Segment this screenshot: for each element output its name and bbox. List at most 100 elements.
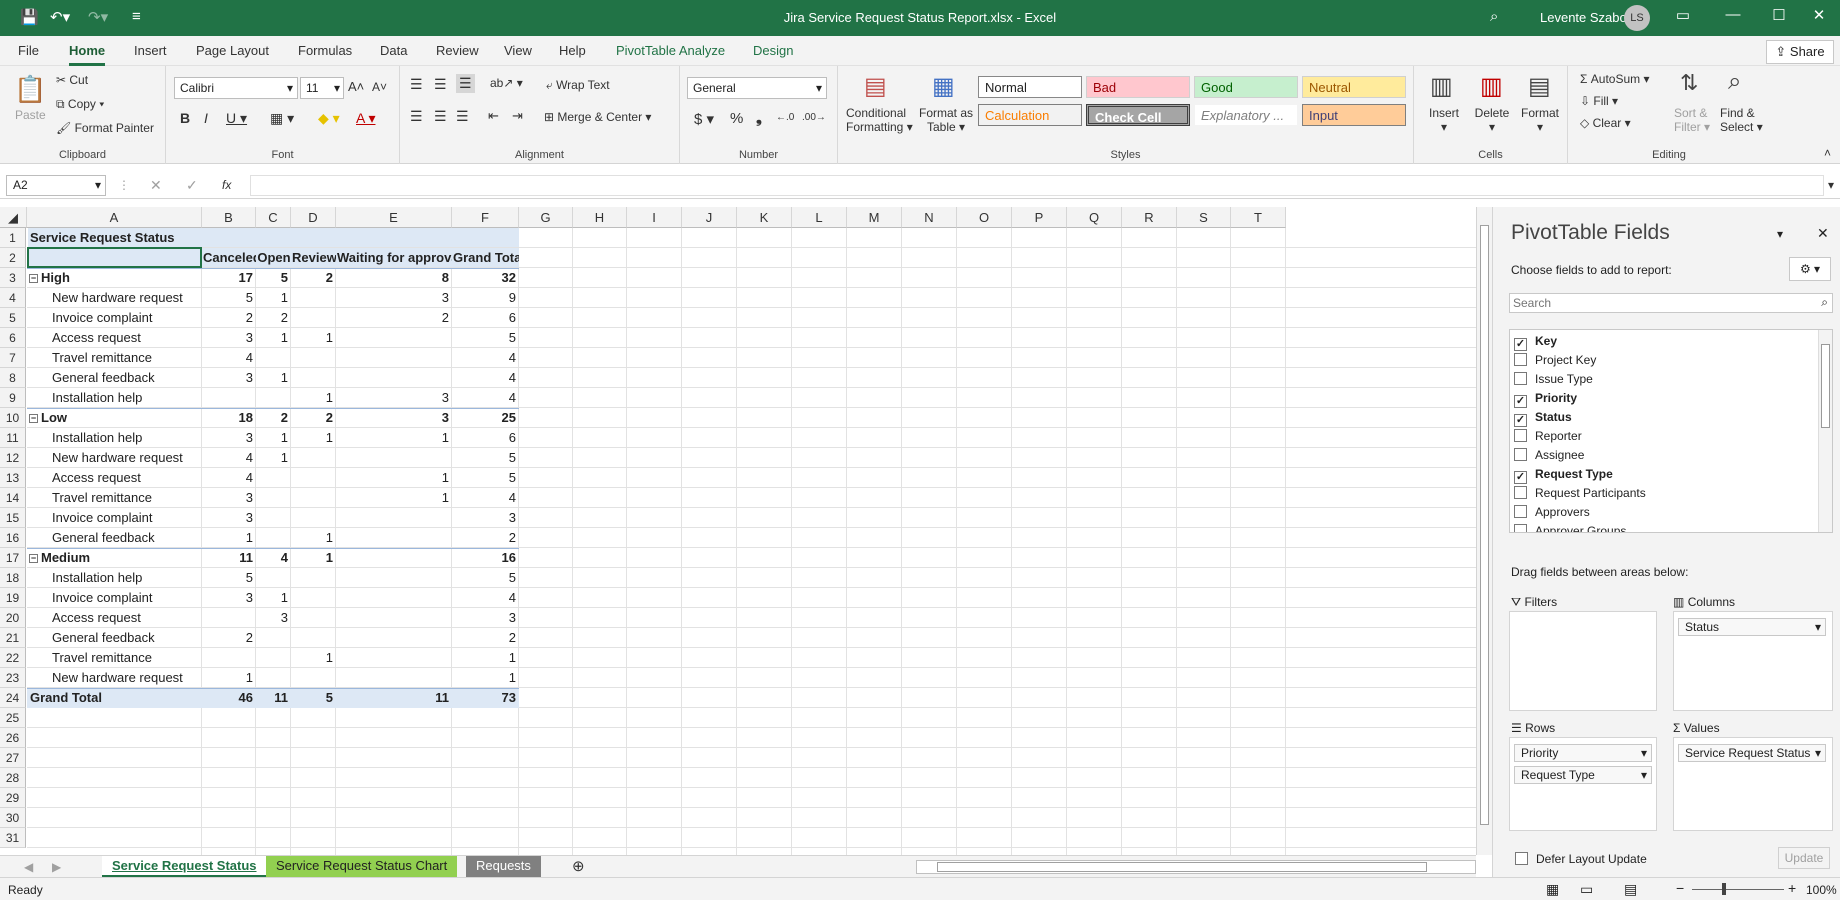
pivot-cell[interactable]: 2 [453,628,519,648]
column-header[interactable]: E [336,207,452,228]
row-header[interactable]: 19 [0,588,26,608]
name-box[interactable]: A2 ▾ [6,175,106,196]
pivot-cell[interactable]: 2 [203,308,256,328]
row-header[interactable]: 11 [0,428,26,448]
pivot-cell[interactable]: 5 [203,288,256,308]
pivot-cell[interactable]: 11 [203,548,256,568]
pivot-cell[interactable]: 9 [453,288,519,308]
row-header[interactable]: 30 [0,808,26,828]
pivot-cell[interactable]: 2 [337,308,452,328]
pivot-cell[interactable]: 6 [453,308,519,328]
field-checkbox[interactable] [1514,353,1527,366]
pivot-cell[interactable]: 1 [257,428,291,448]
values-area[interactable]: Service Request Status ▾ [1673,737,1833,831]
pivot-cell[interactable]: 1 [257,288,291,308]
minimize-icon[interactable]: — [1710,6,1756,23]
insert-cells-icon[interactable]: ▥ [1430,72,1453,101]
increase-decimal-icon[interactable]: ←.0 [776,112,794,123]
pivot-cell[interactable] [203,648,256,668]
paste-icon[interactable]: 📋 [14,74,46,105]
insert-function-icon[interactable]: fx [222,178,231,192]
expand-formula-icon[interactable]: ▾ [1828,178,1834,192]
pivot-cell[interactable] [257,568,291,588]
pivot-cell[interactable]: 25 [453,408,519,428]
pivot-cell[interactable] [203,608,256,628]
pivot-cell[interactable] [257,648,291,668]
sheet-tab-service-request-status[interactable]: Service Request Status [102,856,267,878]
pivot-cell[interactable]: 3 [203,588,256,608]
vertical-scroll-thumb[interactable] [1480,225,1489,825]
rows-field-request-type[interactable]: Request Type ▾ [1514,766,1652,784]
field-item[interactable]: Approvers [1514,503,1590,521]
pivot-cell[interactable]: 4 [453,348,519,368]
select-all-corner[interactable]: ◢ [0,207,27,228]
tab-file[interactable]: File [18,43,39,58]
column-header[interactable]: K [737,207,792,228]
pivot-cell[interactable]: 1 [292,328,336,348]
pivot-cell[interactable]: 1 [257,328,291,348]
field-list-scroll-thumb[interactable] [1821,344,1830,428]
row-header[interactable]: 24 [0,688,26,708]
pivot-cell[interactable]: New hardware request [28,668,202,688]
row-header[interactable]: 31 [0,828,26,848]
pivot-cell[interactable]: 4 [257,548,291,568]
align-top-icon[interactable]: ☰ [410,76,423,93]
pivot-cell[interactable] [292,508,336,528]
fill-color-icon[interactable]: ◆ ▾ [318,110,340,127]
new-sheet-icon[interactable]: ⊕ [572,857,585,875]
row-header[interactable]: 10 [0,408,26,428]
decrease-indent-icon[interactable]: ⇤ [488,108,499,124]
currency-icon[interactable]: $ ▾ [694,110,714,128]
pivot-cell[interactable] [257,388,291,408]
align-center-icon[interactable]: ☰ [434,108,447,125]
format-painter-button[interactable]: 🖌 Format Painter [56,121,154,135]
pivot-cell[interactable]: 1 [292,548,336,568]
pivot-cell[interactable] [292,628,336,648]
conditional-formatting-icon[interactable]: ▤ [864,72,887,101]
tab-review[interactable]: Review [436,43,479,58]
row-header[interactable]: 29 [0,788,26,808]
pivot-cell[interactable]: Canceled [203,248,256,268]
row-header[interactable]: 23 [0,668,26,688]
pivot-cell[interactable]: 1 [453,668,519,688]
pivot-cell[interactable] [337,528,452,548]
row-header[interactable]: 14 [0,488,26,508]
pivot-cell[interactable]: 1 [257,588,291,608]
style-bad[interactable]: Bad [1086,76,1190,98]
row-header[interactable]: 3 [0,268,26,288]
field-item[interactable]: ✓ Priority [1514,389,1577,408]
pivot-cell[interactable]: 5 [453,448,519,468]
tab-page-layout[interactable]: Page Layout [196,43,269,58]
defer-layout-update[interactable]: Defer Layout Update [1515,852,1647,866]
pivot-cell[interactable] [257,508,291,528]
format-cells-button[interactable]: Format ▾ [1518,106,1562,134]
pivot-cell[interactable]: 4 [453,588,519,608]
pivot-cell[interactable]: 1 [337,488,452,508]
decrease-decimal-icon[interactable]: .00→ [802,112,826,123]
column-header[interactable]: J [682,207,737,228]
row-header[interactable]: 28 [0,768,26,788]
zoom-out-icon[interactable]: − [1676,880,1684,896]
horizontal-scrollbar[interactable] [916,860,1476,874]
row-header[interactable]: 21 [0,628,26,648]
cut-button[interactable]: ✂ Cut [56,73,88,87]
page-break-view-icon[interactable]: ▤ [1624,881,1637,898]
rows-area[interactable]: Priority ▾ Request Type ▾ [1509,737,1657,831]
column-header[interactable]: M [847,207,902,228]
row-header[interactable]: 26 [0,728,26,748]
pivot-row-group[interactable]: − High [29,268,202,288]
delete-cells-button[interactable]: Delete ▾ [1472,106,1512,134]
pivot-cell[interactable]: General feedback [28,368,202,388]
pivot-cell[interactable]: 5 [292,688,336,708]
pivot-cell[interactable]: Service Request Status [28,228,202,248]
rows-field-priority[interactable]: Priority ▾ [1514,744,1652,762]
row-header[interactable]: 1 [0,228,26,248]
worksheet-grid[interactable]: ◢ A B C D E F G H I J K L M N O P Q R S T 1 2 3 4 5 6 7 8 9 10 11 12 13 1… [0,207,1476,855]
pivot-cell[interactable]: 46 [203,688,256,708]
pivot-cell[interactable]: Travel remittance [28,488,202,508]
pivot-cell[interactable] [257,348,291,368]
font-size-select[interactable]: 11 ▾ [300,77,344,99]
pivot-cell[interactable]: New hardware request [28,448,202,468]
pivot-cell[interactable]: 16 [453,548,519,568]
pivot-cell[interactable]: 1 [292,528,336,548]
